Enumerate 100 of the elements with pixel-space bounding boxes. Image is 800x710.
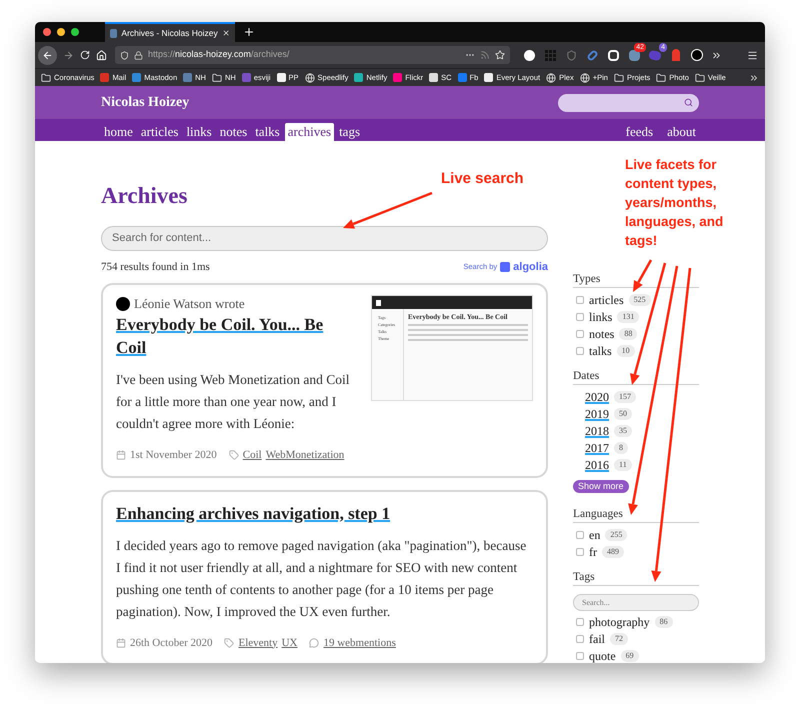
nav-link[interactable]: talks [252, 123, 283, 141]
back-button[interactable] [38, 46, 57, 64]
year-link[interactable]: 2019 [585, 406, 609, 420]
tag-link[interactable]: UX [282, 634, 298, 651]
new-tab-icon[interactable] [243, 26, 255, 38]
tag-icon [224, 638, 234, 648]
close-window-button[interactable] [43, 28, 51, 36]
count-badge: 10 [616, 344, 635, 356]
shield-icon[interactable] [566, 50, 576, 60]
reload-icon[interactable] [80, 50, 90, 60]
checkbox[interactable] [576, 530, 584, 538]
article-title-link[interactable]: Everybody be Coil. You... Be Coil [116, 313, 355, 359]
nav-link[interactable]: home [101, 123, 136, 141]
facet-label[interactable]: links [589, 310, 612, 324]
annotation: Live search [441, 169, 524, 189]
algolia-logo-text: algolia [513, 260, 548, 274]
post-date: 26th October 2020 [130, 636, 212, 650]
facet-label[interactable]: quote [589, 648, 616, 662]
checkbox[interactable] [576, 618, 584, 626]
count-badge: 69 [620, 650, 639, 662]
favicon-icon [110, 28, 118, 38]
year-link[interactable]: 2016 [585, 458, 609, 472]
menu-icon[interactable] [747, 50, 758, 60]
globe-icon [580, 72, 590, 82]
nav-link[interactable]: archives [284, 123, 334, 141]
search-field[interactable]: Search for content... [101, 226, 548, 250]
tag-icon [228, 450, 239, 460]
tag-link[interactable]: Eleventy [238, 634, 278, 651]
address-bar[interactable]: https://nicolas-hoizey.com/archives/ [115, 46, 510, 64]
article-title-link[interactable]: Enhancing archives navigation, step 1 [116, 502, 533, 524]
count-badge: 489 [602, 546, 624, 558]
post-date: 1st November 2020 [130, 448, 217, 463]
comment-icon [309, 638, 320, 648]
facet-label[interactable]: fr [589, 544, 597, 558]
facet-label[interactable]: photography [589, 614, 650, 628]
page-heading: Archives [101, 182, 188, 210]
nav-link[interactable]: articles [138, 123, 182, 141]
checkbox[interactable] [576, 346, 584, 354]
home-icon[interactable] [96, 50, 107, 60]
folder-icon [212, 72, 222, 82]
count-badge: 131 [617, 310, 640, 322]
minimize-window-button[interactable] [57, 28, 65, 36]
author-line: Léonie Watson wrote [134, 295, 245, 313]
site-search-field[interactable] [558, 94, 699, 112]
count-badge: 8 [614, 442, 628, 454]
year-link[interactable]: 2018 [585, 424, 609, 438]
checkbox[interactable] [576, 312, 584, 320]
count-badge: 50 [614, 408, 632, 420]
overflow-icon[interactable] [711, 50, 722, 60]
folder-icon [656, 72, 666, 82]
year-link[interactable]: 2017 [585, 440, 609, 454]
count-badge: 35 [614, 424, 632, 436]
browser-tab[interactable]: Archives - Nicolas Hoizey [105, 22, 235, 42]
count-badge: 525 [628, 294, 651, 306]
count-badge: 255 [605, 528, 628, 540]
forward-icon[interactable] [63, 50, 74, 60]
count-badge: 88 [619, 328, 638, 340]
count-badge: 86 [654, 616, 673, 628]
capture-icon[interactable] [608, 50, 618, 60]
webmentions-link[interactable]: 19 webmentions [323, 634, 396, 651]
annotation: Live facets for content types, years/months, languages, and tags! [625, 156, 724, 250]
folder-icon [694, 72, 705, 82]
back-arrow-icon [42, 50, 53, 60]
calendar-icon [116, 638, 126, 648]
nav-link[interactable]: feeds [622, 123, 656, 141]
facet-label[interactable]: en [589, 528, 600, 542]
algolia-logo-icon [500, 262, 510, 272]
maximize-window-button[interactable] [71, 28, 79, 36]
show-more-button[interactable]: Show more [573, 480, 629, 493]
nav-link[interactable]: notes [216, 123, 250, 141]
checkbox[interactable] [576, 296, 584, 304]
link-icon[interactable] [586, 48, 598, 62]
results-count: 754 results found in 1ms [101, 260, 210, 274]
lock-icon[interactable] [134, 50, 143, 60]
count-badge: 11 [614, 458, 632, 470]
avatar-icon [116, 297, 130, 311]
overflow-icon[interactable] [749, 72, 759, 82]
close-icon[interactable] [222, 28, 230, 38]
count-badge: 157 [614, 390, 636, 402]
star-icon[interactable] [495, 50, 505, 60]
tag-search-field[interactable]: Search... [573, 594, 699, 611]
tag-link[interactable]: Coil [242, 447, 262, 464]
checkbox[interactable] [576, 634, 584, 642]
facet-label[interactable]: notes [589, 326, 614, 340]
checkbox[interactable] [576, 652, 584, 660]
globe-icon [546, 72, 556, 82]
folder-icon [614, 72, 624, 82]
tag-link[interactable]: WebMonetization [266, 447, 344, 464]
rss-icon[interactable] [480, 50, 490, 60]
nav-link[interactable]: about [664, 123, 699, 141]
year-link[interactable]: 2020 [585, 390, 609, 404]
site-title[interactable]: Nicolas Hoizey [101, 92, 190, 113]
checkbox[interactable] [576, 548, 584, 556]
checkbox[interactable] [576, 330, 584, 338]
nav-link[interactable]: links [183, 123, 215, 141]
nav-link[interactable]: tags [336, 123, 364, 141]
facet-label[interactable]: fail [589, 632, 605, 646]
facet-label[interactable]: talks [589, 344, 612, 358]
count-badge: 72 [610, 632, 628, 644]
facet-label[interactable]: articles [589, 292, 624, 306]
